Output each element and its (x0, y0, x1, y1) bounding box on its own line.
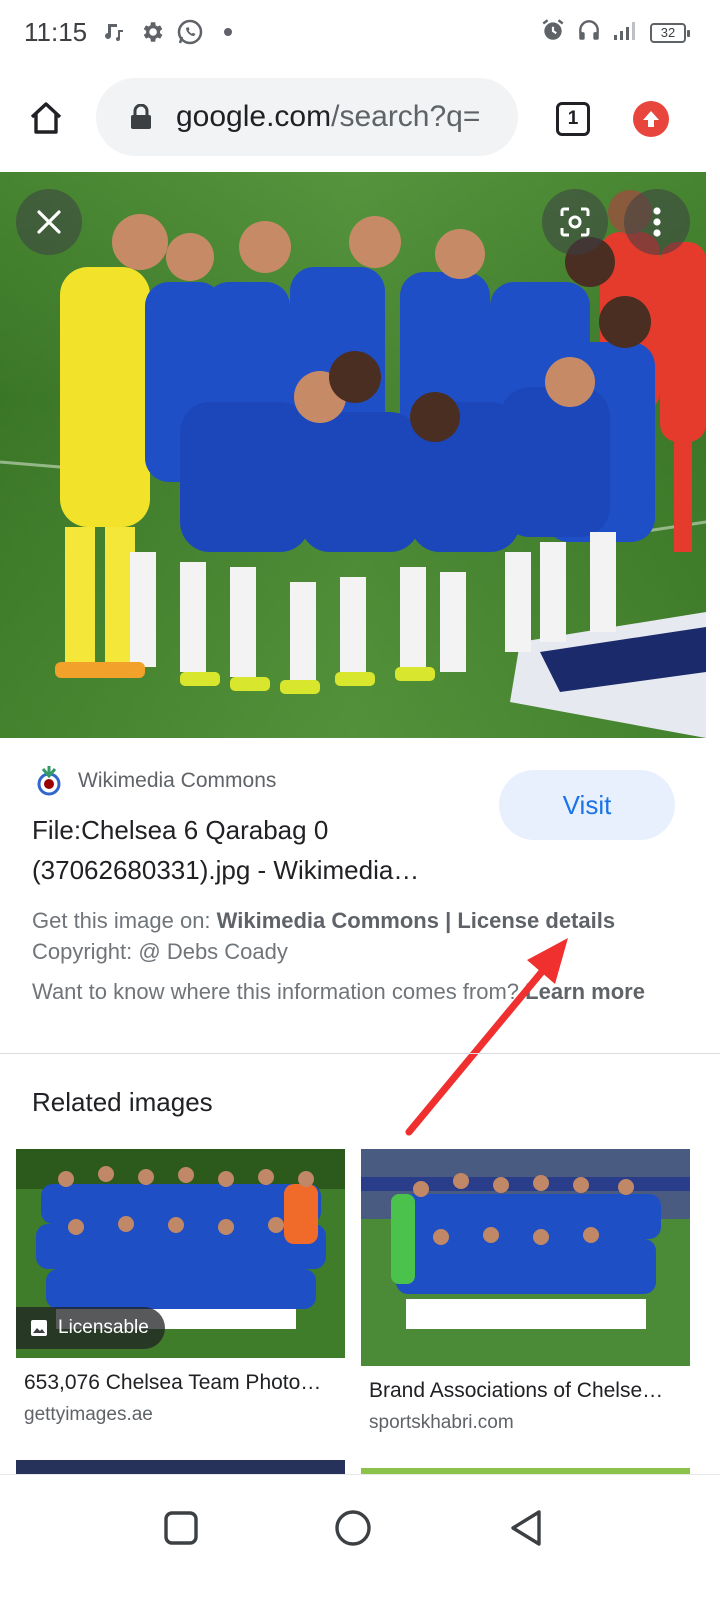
status-right: 32 (540, 17, 690, 48)
close-preview-button[interactable] (16, 189, 82, 255)
related-images-heading: Related images (32, 1087, 213, 1117)
get-image-prefix: Get this image on: (32, 908, 217, 933)
get-image-line: Get this image on: Wikimedia Commons | L… (32, 905, 682, 936)
home-icon (30, 102, 62, 134)
battery-indicator: 32 (650, 22, 690, 43)
want-to-know-text: Want to know where this information come… (32, 979, 526, 1004)
result-title[interactable]: File:Chelsea 6 Qarabag 0 (37062680331).j… (32, 810, 482, 890)
home-button[interactable] (26, 98, 66, 138)
image-meta: Get this image on: Wikimedia Commons | L… (32, 905, 682, 1007)
browser-toolbar: google.com/search?q= 1 (0, 64, 720, 172)
gear-icon (137, 17, 167, 47)
more-vert-icon (653, 207, 661, 237)
lock-icon (131, 104, 151, 129)
preview-image[interactable] (0, 172, 706, 738)
update-button[interactable] (633, 101, 669, 137)
related-title-2[interactable]: Brand Associations of Chelse… (369, 1379, 689, 1403)
related-image-2[interactable] (361, 1149, 690, 1366)
notification-dot-icon (213, 17, 243, 47)
source-name: Wikimedia Commons (78, 769, 277, 792)
separator: | (438, 908, 458, 933)
image-icon (31, 1320, 47, 1336)
licensable-label: Licensable (58, 1317, 149, 1338)
signal-icon (612, 19, 640, 46)
status-bar: 11:15 32 (0, 0, 720, 64)
related-image-3[interactable] (16, 1460, 345, 1474)
close-icon (37, 210, 61, 234)
music-note-icon (99, 17, 129, 47)
get-image-source-link[interactable]: Wikimedia Commons (217, 908, 439, 933)
learn-more-link[interactable]: Learn more (525, 979, 645, 1004)
url-host: google.com (176, 100, 332, 133)
source-row[interactable]: Wikimedia Commons (34, 764, 276, 798)
headphones-icon (576, 17, 602, 48)
recents-button[interactable] (158, 1505, 204, 1551)
related-photo-2 (361, 1149, 690, 1366)
google-lens-icon (560, 207, 590, 237)
home-nav-button[interactable] (330, 1505, 376, 1551)
related-title-1[interactable]: 653,076 Chelsea Team Photo… (24, 1371, 344, 1395)
copyright-text: Copyright: @ Debs Coady (32, 939, 288, 964)
licensable-badge: Licensable (16, 1307, 165, 1349)
visit-button[interactable]: Visit (499, 770, 675, 840)
address-bar[interactable]: google.com/search?q= (96, 78, 518, 156)
system-nav-bar (0, 1474, 720, 1600)
arrow-up-icon (643, 111, 659, 127)
section-divider (0, 1053, 720, 1054)
related-source-2: sportskhabri.com (369, 1412, 514, 1433)
info-source-line: Want to know where this information come… (32, 976, 682, 1007)
more-options-button[interactable] (624, 189, 690, 255)
alarm-icon (540, 17, 566, 48)
tab-switcher-button[interactable]: 1 (556, 102, 590, 136)
back-button[interactable] (503, 1505, 549, 1551)
status-time: 11:15 (24, 16, 88, 47)
team-photo-illustration (0, 172, 706, 738)
url-path: /search?q= (331, 100, 481, 133)
lens-button[interactable] (542, 189, 608, 255)
whatsapp-icon (175, 17, 205, 47)
wikimedia-logo-icon (37, 766, 61, 796)
related-source-1: gettyimages.ae (24, 1404, 153, 1425)
license-details-link[interactable]: License details (457, 908, 615, 933)
